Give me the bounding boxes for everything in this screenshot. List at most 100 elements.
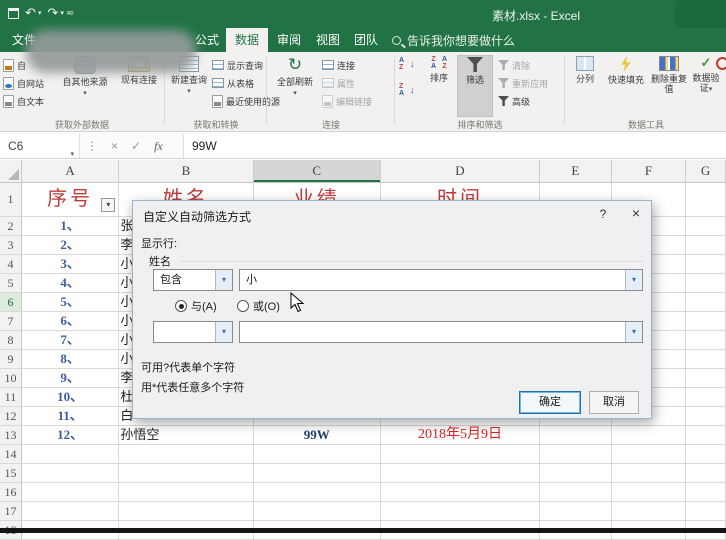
cell-G2[interactable] xyxy=(686,217,726,235)
row-header-4[interactable]: 4 xyxy=(0,255,22,273)
redo-dropdown-icon[interactable]: ▾ xyxy=(60,9,64,17)
cell-D14[interactable] xyxy=(381,445,540,463)
cell-F16[interactable] xyxy=(612,483,687,501)
row-header-15[interactable]: 15 xyxy=(0,464,22,482)
name-box[interactable]: C6 ▾ xyxy=(0,134,80,158)
row-header-2[interactable]: 2 xyxy=(0,217,22,235)
cell-A12[interactable]: 11、 xyxy=(22,407,119,425)
cell-A11[interactable]: 10、 xyxy=(22,388,119,406)
cell-G16[interactable] xyxy=(686,483,726,501)
cell-A15[interactable] xyxy=(22,464,119,482)
cell-E14[interactable] xyxy=(540,445,612,463)
recent-sources-button[interactable]: 最近使用的源 xyxy=(212,93,280,109)
cell-C17[interactable] xyxy=(254,502,381,520)
cancel-button[interactable]: 取消 xyxy=(589,391,639,414)
dialog-help-button[interactable]: ? xyxy=(593,207,613,221)
cell-E16[interactable] xyxy=(540,483,612,501)
tell-me-search[interactable]: 告诉我你想要做什么 xyxy=(392,28,515,52)
from-table-button[interactable]: 从表格 xyxy=(212,75,254,91)
row-header-9[interactable]: 9 xyxy=(0,350,22,368)
cell-G13[interactable] xyxy=(686,426,726,444)
tab-team[interactable]: 团队 xyxy=(345,28,387,52)
column-header-E[interactable]: E xyxy=(540,160,612,182)
cell-A10[interactable]: 9、 xyxy=(22,369,119,387)
cell-B13[interactable]: 孙悟空 xyxy=(119,426,253,444)
ok-button[interactable]: 确定 xyxy=(519,391,581,414)
column-header-D[interactable]: D xyxy=(381,160,540,182)
radio-or[interactable]: 或(O) xyxy=(237,298,280,314)
tab-view[interactable]: 视图 xyxy=(307,28,349,52)
cell-B14[interactable] xyxy=(119,445,253,463)
sort-descending-button[interactable]: ZA↓ xyxy=(399,82,415,98)
remove-duplicates-button[interactable]: 删除重复值 xyxy=(650,55,688,117)
select-all-button[interactable] xyxy=(0,160,22,182)
cell-C16[interactable] xyxy=(254,483,381,501)
value-combobox-2[interactable]: ▾ xyxy=(239,321,643,343)
cell-D17[interactable] xyxy=(381,502,540,520)
row-header-12[interactable]: 12 xyxy=(0,407,22,425)
chevron-down-icon[interactable]: ▾ xyxy=(625,322,642,342)
cell-E13[interactable] xyxy=(540,426,612,444)
cell-A1[interactable]: 序号▾ xyxy=(22,183,119,216)
cell-G3[interactable] xyxy=(686,236,726,254)
row-header-17[interactable]: 17 xyxy=(0,502,22,520)
row-header-6[interactable]: 6 xyxy=(0,293,22,311)
row-header-1[interactable]: 1 xyxy=(0,183,22,216)
row-header-3[interactable]: 3 xyxy=(0,236,22,254)
text-to-columns-button[interactable]: 分列 xyxy=(568,55,602,117)
cell-A6[interactable]: 5、 xyxy=(22,293,119,311)
connections-button[interactable]: 连接 xyxy=(322,57,355,73)
cell-G14[interactable] xyxy=(686,445,726,463)
cell-C13[interactable]: 99W xyxy=(254,426,381,444)
tab-review[interactable]: 审阅 xyxy=(268,28,310,52)
chevron-down-icon[interactable]: ▾ xyxy=(215,270,232,290)
cell-G12[interactable] xyxy=(686,407,726,425)
row-header-5[interactable]: 5 xyxy=(0,274,22,292)
column-header-B[interactable]: B xyxy=(119,160,253,182)
row-header-11[interactable]: 11 xyxy=(0,388,22,406)
sort-button[interactable]: ZAAZ 排序 xyxy=(423,55,455,117)
cell-F14[interactable] xyxy=(612,445,687,463)
undo-button[interactable]: ↶ xyxy=(25,5,36,21)
confirm-entry-icon[interactable]: ✓ xyxy=(131,139,141,153)
row-header-7[interactable]: 7 xyxy=(0,312,22,330)
redo-button[interactable]: ↷ xyxy=(47,5,58,21)
cell-G15[interactable] xyxy=(686,464,726,482)
row-header-16[interactable]: 16 xyxy=(0,483,22,501)
save-icon[interactable] xyxy=(8,8,19,19)
cell-E17[interactable] xyxy=(540,502,612,520)
cell-F17[interactable] xyxy=(612,502,687,520)
cell-A5[interactable]: 4、 xyxy=(22,274,119,292)
cell-G1[interactable] xyxy=(686,183,726,216)
advanced-filter-button[interactable]: 高级 xyxy=(498,93,530,109)
cell-G7[interactable] xyxy=(686,312,726,330)
cell-F13[interactable] xyxy=(612,426,687,444)
radio-and[interactable]: 与(A) xyxy=(175,298,217,314)
operator-dropdown-1[interactable]: 包含 ▾ xyxy=(153,269,233,291)
cell-A13[interactable]: 12、 xyxy=(22,426,119,444)
cell-D16[interactable] xyxy=(381,483,540,501)
cell-B16[interactable] xyxy=(119,483,253,501)
cell-D15[interactable] xyxy=(381,464,540,482)
row-header-13[interactable]: 13 xyxy=(0,426,22,444)
cell-C14[interactable] xyxy=(254,445,381,463)
cell-G4[interactable] xyxy=(686,255,726,273)
show-queries-button[interactable]: 显示查询 xyxy=(212,57,263,73)
insert-function-icon[interactable]: fx xyxy=(154,139,163,154)
cell-A9[interactable]: 8、 xyxy=(22,350,119,368)
cell-A3[interactable]: 2、 xyxy=(22,236,119,254)
cell-A17[interactable] xyxy=(22,502,119,520)
cell-G9[interactable] xyxy=(686,350,726,368)
radio-or-icon[interactable] xyxy=(237,300,249,312)
flash-fill-button[interactable]: 快速填充 xyxy=(604,55,648,117)
cell-G10[interactable] xyxy=(686,369,726,387)
row-header-8[interactable]: 8 xyxy=(0,331,22,349)
column-header-G[interactable]: G xyxy=(686,160,726,182)
row-header-14[interactable]: 14 xyxy=(0,445,22,463)
chevron-down-icon[interactable]: ▾ xyxy=(625,270,642,290)
cell-G11[interactable] xyxy=(686,388,726,406)
value-combobox-1[interactable]: 小 ▾ xyxy=(239,269,643,291)
cell-G8[interactable] xyxy=(686,331,726,349)
cell-G17[interactable] xyxy=(686,502,726,520)
tab-data[interactable]: 数据 xyxy=(226,28,268,52)
